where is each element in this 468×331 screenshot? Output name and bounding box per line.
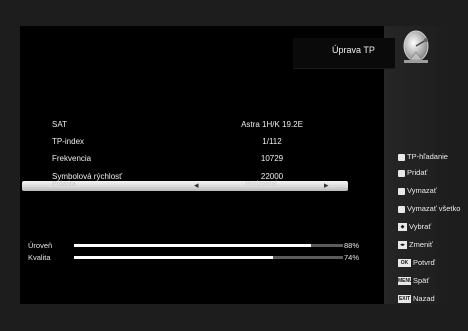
signal-level-label: Úroveň <box>28 241 53 250</box>
color-key-icon <box>398 154 405 161</box>
satellite-dish-icon <box>403 30 429 63</box>
menu-key-icon: MENU <box>398 277 413 285</box>
legend-yellow-delete[interactable]: Vymazať <box>398 186 468 200</box>
field-row-sat[interactable]: SAT Astra 1H/K 19.2E <box>52 118 346 135</box>
signal-quality-fill <box>74 256 274 259</box>
field-value: 22000 <box>260 171 284 181</box>
field-label: SAT <box>52 120 67 129</box>
signal-quality-track <box>74 256 343 259</box>
field-list: SAT Astra 1H/K 19.2E TP-index 1/112 Frek… <box>52 118 346 187</box>
field-row-selected[interactable]: Polarita ◂ Horizontal ▸ <box>22 180 348 191</box>
signal-quality-label: Kvalita <box>28 253 51 262</box>
legend-change[interactable]: ◂▸ Zmeniť <box>398 240 468 254</box>
select-key-icon: ◆ <box>398 223 407 231</box>
signal-level-meter: Úroveň 88% <box>28 241 360 253</box>
left-right-key-icon: ◂▸ <box>398 241 407 249</box>
signal-level-track <box>74 244 343 247</box>
arrow-left-icon[interactable]: ◂ <box>194 180 199 191</box>
color-key-icon <box>398 188 405 195</box>
field-value: 1/112 <box>262 137 282 147</box>
ok-key-icon: OK <box>398 259 411 267</box>
selected-field-value: Horizontal <box>245 181 277 188</box>
legend-red-tp-search[interactable]: TP-hľadanie <box>398 152 468 166</box>
legend-back[interactable]: MENU Späť <box>398 276 468 290</box>
field-label: TP-index <box>52 137 85 147</box>
legend-select[interactable]: ◆ Vybrať <box>398 222 468 236</box>
legend-blue-delete-all[interactable]: Vymazať všetko <box>398 204 468 218</box>
field-label: Symbolová rýchlosť <box>52 171 123 181</box>
color-key-icon <box>398 206 405 213</box>
legend-green-add[interactable]: Pridať <box>398 168 468 182</box>
page-title: Úprava TP <box>332 45 375 55</box>
selected-field-label: Polarita <box>52 181 76 188</box>
field-value: 10729 <box>260 154 284 164</box>
legend-exit[interactable]: EXIT Nazad <box>398 294 468 308</box>
field-row-tp-index[interactable]: TP-index 1/112 <box>52 135 346 152</box>
signal-quality-percent: 74% <box>344 253 360 262</box>
field-value: Astra 1H/K 19.2E <box>241 120 303 129</box>
signal-level-fill <box>74 244 311 247</box>
color-key-icon <box>398 170 405 177</box>
field-row-frequency[interactable]: Frekvencia 10729 <box>52 152 346 169</box>
signal-quality-meter: Kvalita 74% <box>28 253 360 265</box>
legend-confirm[interactable]: OK Potvrď <box>398 258 468 272</box>
exit-key-icon: EXIT <box>398 295 411 303</box>
signal-level-percent: 88% <box>344 241 360 250</box>
arrow-right-icon[interactable]: ▸ <box>324 180 329 191</box>
field-label: Frekvencia <box>52 154 92 164</box>
